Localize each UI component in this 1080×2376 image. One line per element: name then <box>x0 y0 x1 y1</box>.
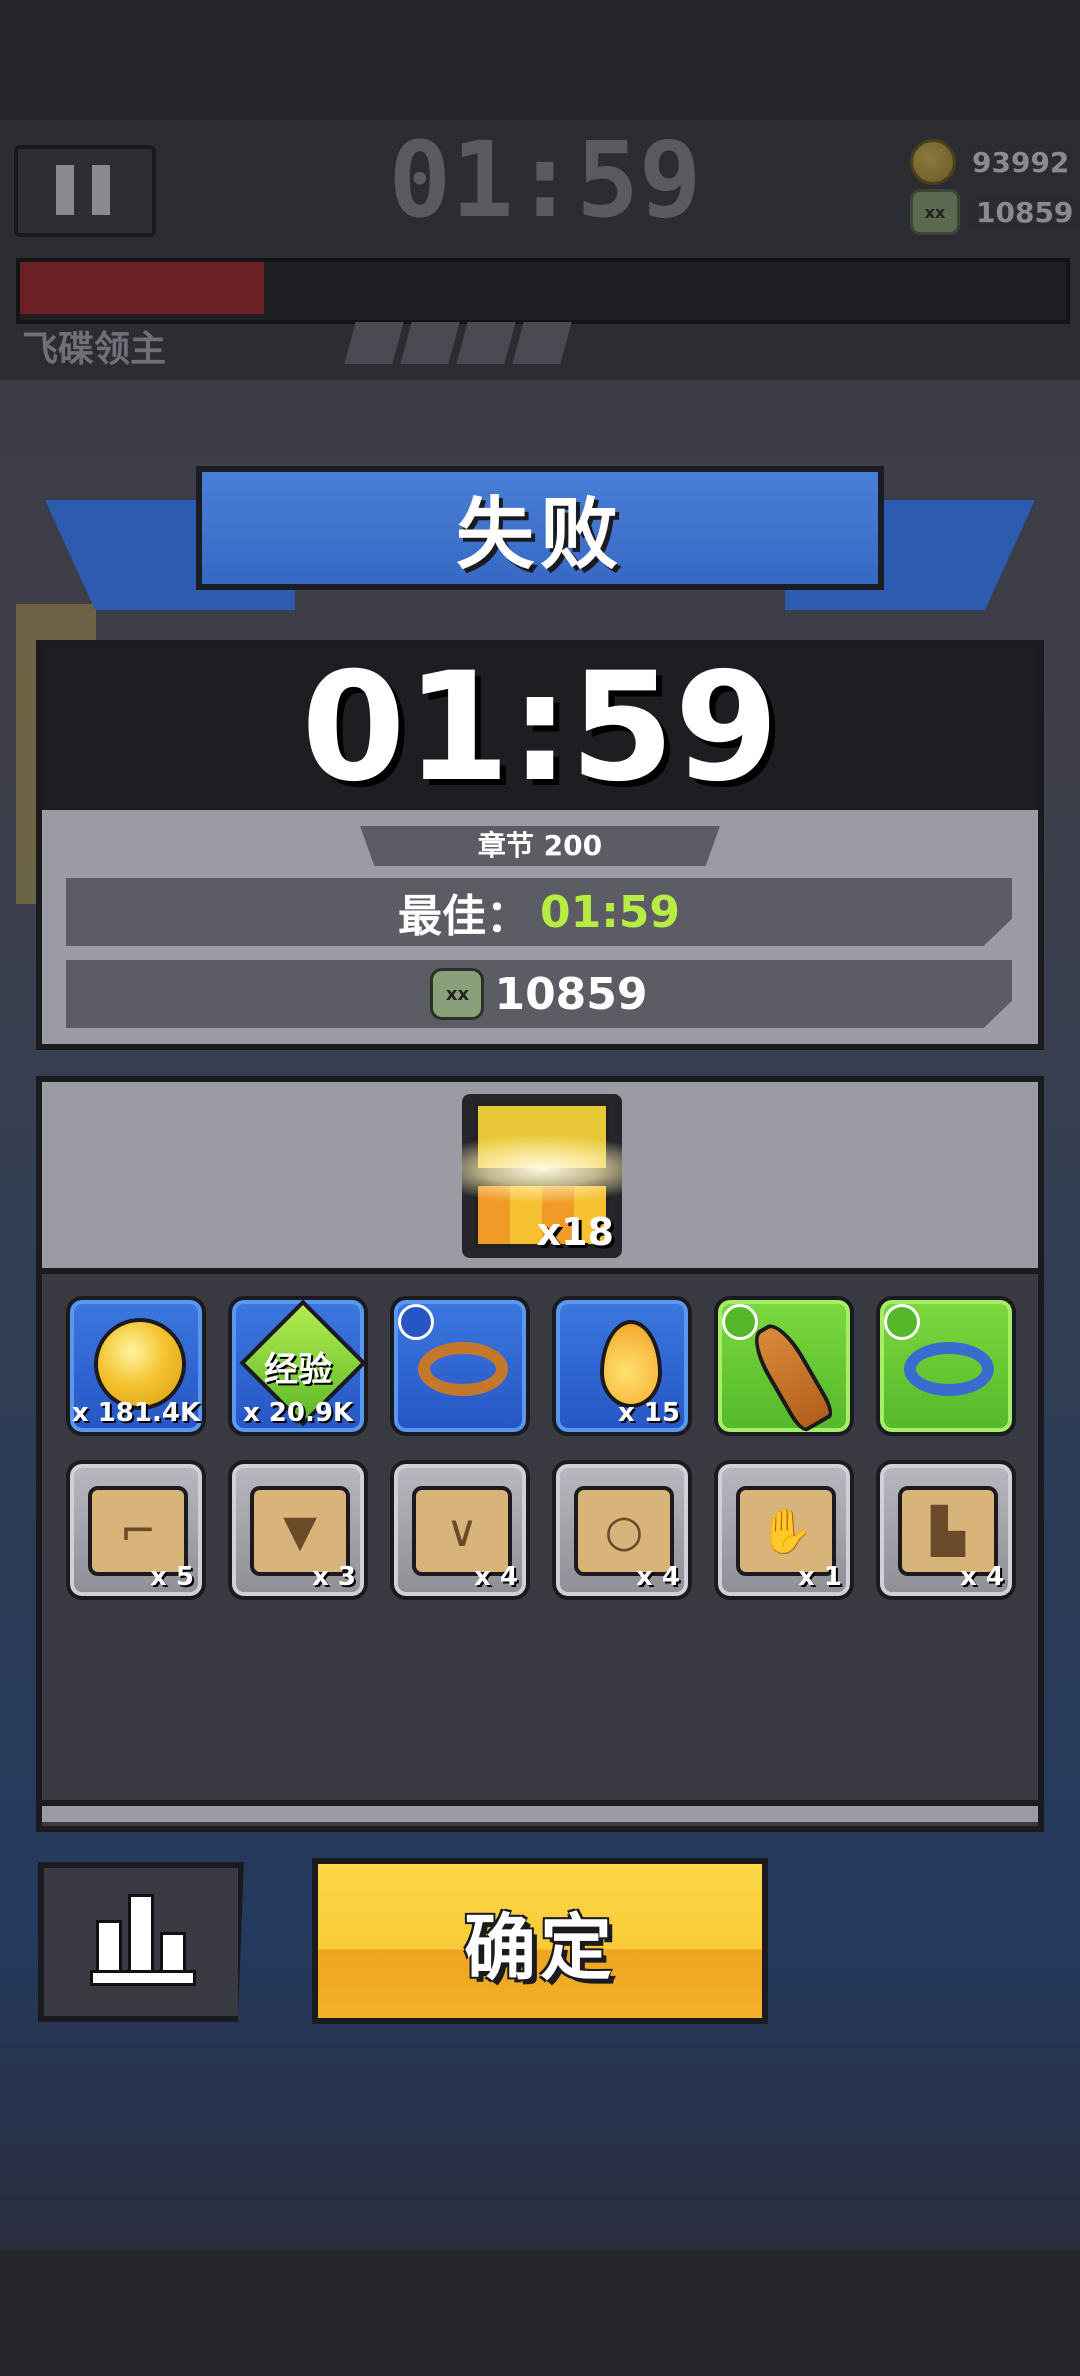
fire-trait-icon <box>344 322 404 364</box>
item-quantity: x 5 <box>150 1562 194 1592</box>
reward-item-glove-scroll[interactable]: ✋ x 1 <box>714 1460 854 1600</box>
skull-icon: xx <box>430 968 485 1020</box>
chest-count: x18 <box>536 1210 614 1254</box>
treasure-chest[interactable]: x18 <box>462 1094 622 1258</box>
survival-time: 01:59 <box>301 641 779 815</box>
blue-belt-icon <box>904 1342 994 1396</box>
item-quantity: x 181.4K <box>71 1398 201 1428</box>
reward-item-gold[interactable]: x 181.4K <box>66 1296 206 1436</box>
boss-name: 飞碟领主 <box>22 329 167 370</box>
skull-trait-icon <box>456 322 516 364</box>
hud-timer: 01:59 <box>388 119 702 241</box>
confirm-button[interactable]: 确定 <box>312 1858 768 2024</box>
best-label: 最佳： <box>397 891 530 942</box>
shield-trait-icon <box>400 322 460 364</box>
chest-glow <box>462 1134 622 1204</box>
best-time-row: 最佳： 01:59 <box>66 878 1012 946</box>
boss-health-fill <box>20 262 264 314</box>
equipment-type-badge <box>722 1304 758 1340</box>
reward-item-exp[interactable]: 经验 x 20.9K <box>228 1296 368 1436</box>
reward-item-gun-scroll[interactable]: ⌐ x 5 <box>66 1460 206 1600</box>
reward-item-belt-scroll[interactable]: ○ x 4 <box>552 1460 692 1600</box>
leather-belt-icon <box>418 1342 508 1396</box>
reward-item-necklace-scroll[interactable]: ∨ x 4 <box>390 1460 530 1600</box>
item-quantity: x 15 <box>617 1398 680 1428</box>
result-banner: 失败 <box>196 466 884 590</box>
reward-item-blue-belt[interactable] <box>876 1296 1016 1436</box>
reward-item-bat[interactable] <box>714 1296 854 1436</box>
reward-item-armor-scroll[interactable]: ▼ x 3 <box>228 1460 368 1600</box>
statistics-button[interactable] <box>38 1862 244 2022</box>
coin-counter: 93992 <box>910 139 1078 185</box>
coin-icon <box>910 139 956 185</box>
bar-chart-icon <box>128 1894 154 1980</box>
kill-count-row: xx 10859 <box>66 960 1012 1028</box>
exp-label: 经验 <box>264 1350 332 1390</box>
reward-item-drop[interactable]: x 15 <box>552 1296 692 1436</box>
equipment-type-badge <box>884 1304 920 1340</box>
reward-item-grid: x 181.4K 经验 x 20.9K x 15 ⌐ x 5 ▼ x 3 ∨ x… <box>66 1296 1016 1600</box>
equipment-type-badge <box>398 1304 434 1340</box>
item-quantity: x 4 <box>636 1562 680 1592</box>
item-quantity: x 4 <box>960 1562 1004 1592</box>
best-time-value: 01:59 <box>539 886 681 938</box>
boss-trait-icons <box>344 322 572 364</box>
result-title: 失败 <box>455 490 624 580</box>
pause-button[interactable] <box>14 145 156 237</box>
reward-item-boots-scroll[interactable]: ▙ x 4 <box>876 1460 1016 1600</box>
skull-icon: xx <box>910 189 960 235</box>
item-quantity: x 3 <box>312 1562 356 1592</box>
kill-counter: xx 10859 <box>910 189 1080 235</box>
reward-item-belt[interactable] <box>390 1296 530 1436</box>
golden-drop-icon <box>600 1320 662 1408</box>
coin-count: 93992 <box>964 145 1078 179</box>
arrow-trait-icon <box>512 322 572 364</box>
item-quantity: x 4 <box>474 1562 518 1592</box>
chapter-label: 章节 200 <box>360 826 720 866</box>
bottom-strip <box>0 2250 1080 2376</box>
confirm-label: 确定 <box>463 1905 616 1990</box>
kill-count: 10859 <box>968 195 1080 229</box>
total-kills: 10859 <box>494 968 648 1020</box>
gold-coin-icon <box>94 1318 186 1410</box>
panel-footer <box>42 1806 1038 1822</box>
item-quantity: x 1 <box>798 1562 842 1592</box>
item-quantity: x 20.9K <box>242 1398 354 1428</box>
bar-chart-icon <box>90 1970 196 1986</box>
baseball-bat-icon <box>744 1317 838 1432</box>
